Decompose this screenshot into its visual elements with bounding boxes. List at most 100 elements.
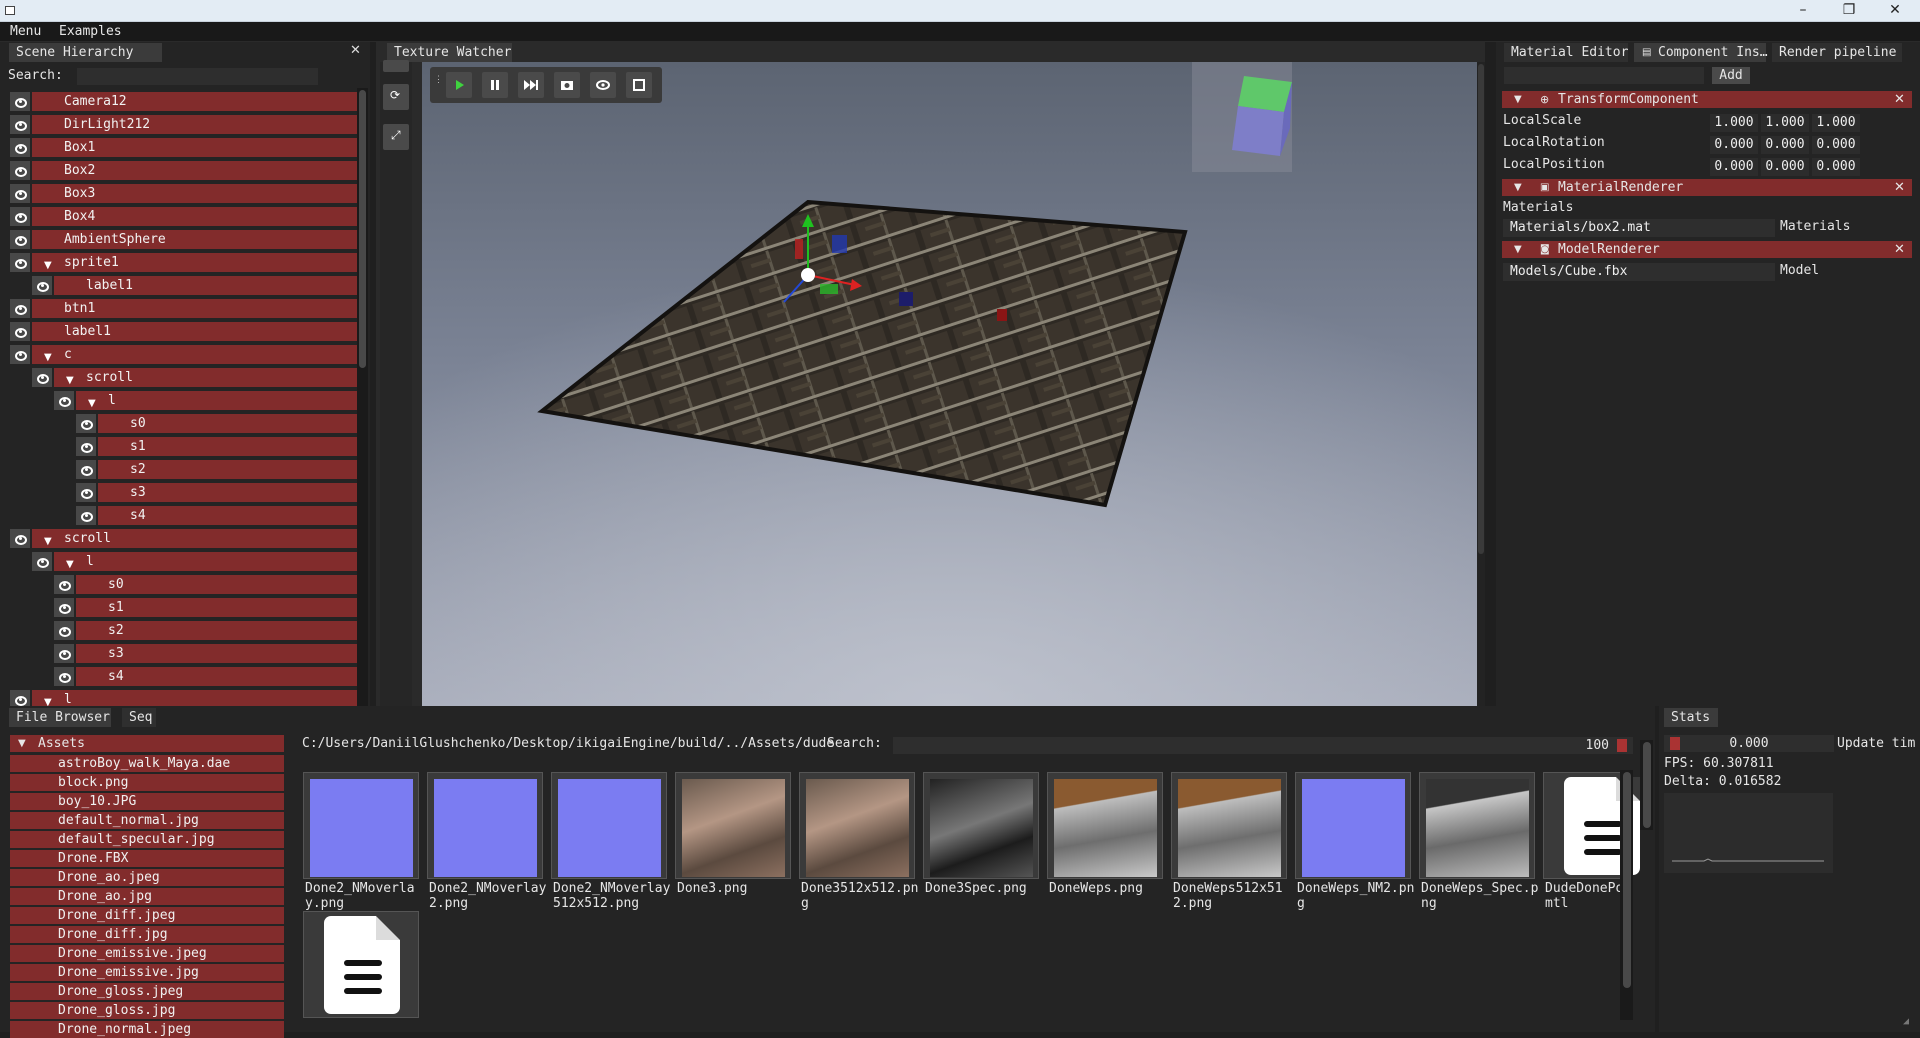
file-thumbnail[interactable] (1543, 772, 1640, 879)
hierarchy-item-bar[interactable]: btn1 (32, 299, 358, 318)
visibility-eye-icon[interactable] (54, 667, 74, 686)
resize-grip-icon[interactable]: ◢ (1903, 1016, 1909, 1027)
viewport-scrollbar[interactable] (1477, 62, 1485, 706)
hierarchy-search-input[interactable] (77, 68, 318, 85)
visibility-eye-icon[interactable] (76, 483, 96, 502)
hierarchy-item[interactable]: btn1 (8, 298, 358, 319)
hierarchy-item[interactable]: label1 (8, 321, 358, 342)
tab-material-editor[interactable]: Material Editor (1504, 43, 1628, 62)
hierarchy-item[interactable]: Camera12 (8, 91, 358, 112)
hierarchy-item[interactable]: s0 (8, 574, 358, 595)
hierarchy-item[interactable]: DirLight212 (8, 114, 358, 135)
file-search-input[interactable] (893, 737, 1433, 754)
asset-item[interactable]: block.png (10, 774, 284, 791)
remove-component-icon[interactable]: ✕ (1894, 241, 1905, 258)
file-browser-scrollbar[interactable] (1640, 740, 1653, 830)
file-browser-scrollbar-thumb[interactable] (1643, 742, 1651, 828)
hierarchy-item[interactable]: s2 (8, 459, 358, 480)
asset-item[interactable]: Drone.FBX (10, 850, 284, 867)
hierarchy-item-bar[interactable]: s3 (98, 483, 358, 502)
hierarchy-item[interactable]: Box2 (8, 160, 358, 181)
visibility-eye-icon[interactable] (10, 184, 30, 203)
model-renderer-header[interactable]: ▼ ◙ ModelRenderer ✕ (1502, 241, 1912, 258)
expand-arrow-icon[interactable]: ▼ (44, 532, 52, 548)
visibility-eye-icon[interactable] (10, 345, 30, 364)
slider-grab[interactable] (1617, 739, 1627, 752)
file-thumbnail[interactable] (1419, 772, 1535, 879)
hierarchy-item[interactable]: ▼ scroll (8, 528, 358, 549)
hierarchy-item-bar[interactable]: s0 (76, 575, 358, 594)
transform-value-field[interactable]: 1.000 (1812, 114, 1860, 132)
visibility-eye-icon[interactable] (54, 598, 74, 617)
asset-item[interactable]: Drone_diff.jpeg (10, 907, 284, 924)
tab-scene-hierarchy[interactable]: Scene Hierarchy (9, 43, 162, 62)
expand-arrow-icon[interactable]: ▼ (66, 371, 74, 387)
file-grid-scrollbar-thumb[interactable] (1623, 772, 1631, 988)
file-thumbnail[interactable] (923, 772, 1039, 879)
hierarchy-scrollbar[interactable] (357, 88, 368, 706)
hierarchy-item[interactable]: s1 (8, 597, 358, 618)
hierarchy-item-bar[interactable]: Box4 (32, 207, 358, 226)
hierarchy-item-bar[interactable]: DirLight212 (32, 115, 358, 134)
visibility-eye-icon[interactable] (10, 322, 30, 341)
scale-tool-button[interactable]: ⤢ (383, 124, 409, 150)
visibility-button[interactable] (590, 72, 616, 98)
asset-item[interactable]: Drone_ao.jpg (10, 888, 284, 905)
hierarchy-item[interactable]: Box3 (8, 183, 358, 204)
hierarchy-item-bar[interactable]: s3 (76, 644, 358, 663)
expand-arrow-icon[interactable]: ▼ (44, 348, 52, 364)
hierarchy-item-bar[interactable]: label1 (32, 322, 358, 341)
hierarchy-item-bar[interactable]: AmbientSphere (32, 230, 358, 249)
expand-arrow-icon[interactable]: ▼ (88, 394, 96, 410)
play-button[interactable] (446, 72, 472, 98)
hierarchy-item[interactable]: s2 (8, 620, 358, 641)
tab-seq[interactable]: Seq (122, 708, 156, 727)
transform-value-field[interactable]: 0.000 (1761, 136, 1809, 154)
hierarchy-item-bar[interactable]: s2 (98, 460, 358, 479)
fullscreen-button[interactable] (626, 72, 652, 98)
hierarchy-item-bar[interactable]: label1 (54, 276, 358, 295)
visibility-eye-icon[interactable] (10, 115, 30, 134)
transform-value-field[interactable]: 0.000 (1761, 158, 1809, 176)
hierarchy-scrollbar-thumb[interactable] (359, 90, 366, 368)
hierarchy-item-bar[interactable]: ▼ scroll (32, 529, 358, 548)
hierarchy-item-bar[interactable]: s1 (98, 437, 358, 456)
material-renderer-header[interactable]: ▼ ▣ MaterialRenderer ✕ (1502, 179, 1912, 196)
collapse-arrow-icon[interactable]: ▼ (1514, 91, 1522, 108)
hierarchy-item-bar[interactable]: s2 (76, 621, 358, 640)
restore-icon[interactable]: ❐ (1826, 0, 1872, 22)
visibility-eye-icon[interactable] (76, 414, 96, 433)
asset-item[interactable]: astroBoy_walk_Maya.dae (10, 755, 284, 772)
hierarchy-item[interactable]: ▼ l (8, 551, 358, 572)
hierarchy-item[interactable]: ▼ scroll (8, 367, 358, 388)
visibility-eye-icon[interactable] (76, 460, 96, 479)
add-component-input[interactable] (1504, 67, 1704, 84)
visibility-eye-icon[interactable] (54, 391, 74, 410)
remove-component-icon[interactable]: ✕ (1894, 179, 1905, 196)
visibility-eye-icon[interactable] (54, 575, 74, 594)
transform-component-header[interactable]: ▼ ⊕ TransformComponent ✕ (1502, 91, 1912, 108)
hierarchy-item-bar[interactable]: Box2 (32, 161, 358, 180)
visibility-eye-icon[interactable] (54, 644, 74, 663)
asset-item[interactable]: Drone_gloss.jpeg (10, 983, 284, 1000)
file-thumbnail[interactable] (303, 772, 419, 879)
hierarchy-item-bar[interactable]: ▼ l (76, 391, 358, 410)
asset-item[interactable]: default_specular.jpg (10, 831, 284, 848)
hierarchy-item[interactable]: label1 (8, 275, 358, 296)
menu-item-menu[interactable]: Menu (10, 24, 41, 39)
hierarchy-item-bar[interactable]: ▼ l (54, 552, 358, 571)
hierarchy-item-bar[interactable]: s4 (98, 506, 358, 525)
file-thumbnail[interactable] (303, 911, 419, 1018)
hierarchy-item-bar[interactable]: s4 (76, 667, 358, 686)
visibility-eye-icon[interactable] (10, 230, 30, 249)
slider-grab[interactable] (1670, 737, 1680, 750)
material-path-field[interactable]: Materials/box2.mat (1503, 219, 1775, 237)
hierarchy-item[interactable]: s1 (8, 436, 358, 457)
hierarchy-item[interactable]: Box4 (8, 206, 358, 227)
minimize-icon[interactable]: – (1780, 0, 1826, 22)
transform-value-field[interactable]: 0.000 (1710, 136, 1758, 154)
hierarchy-item[interactable]: ▼ c (8, 344, 358, 365)
camera-button[interactable] (554, 72, 580, 98)
asset-item[interactable]: Drone_normal.jpeg (10, 1021, 284, 1038)
transform-value-field[interactable]: 0.000 (1710, 158, 1758, 176)
